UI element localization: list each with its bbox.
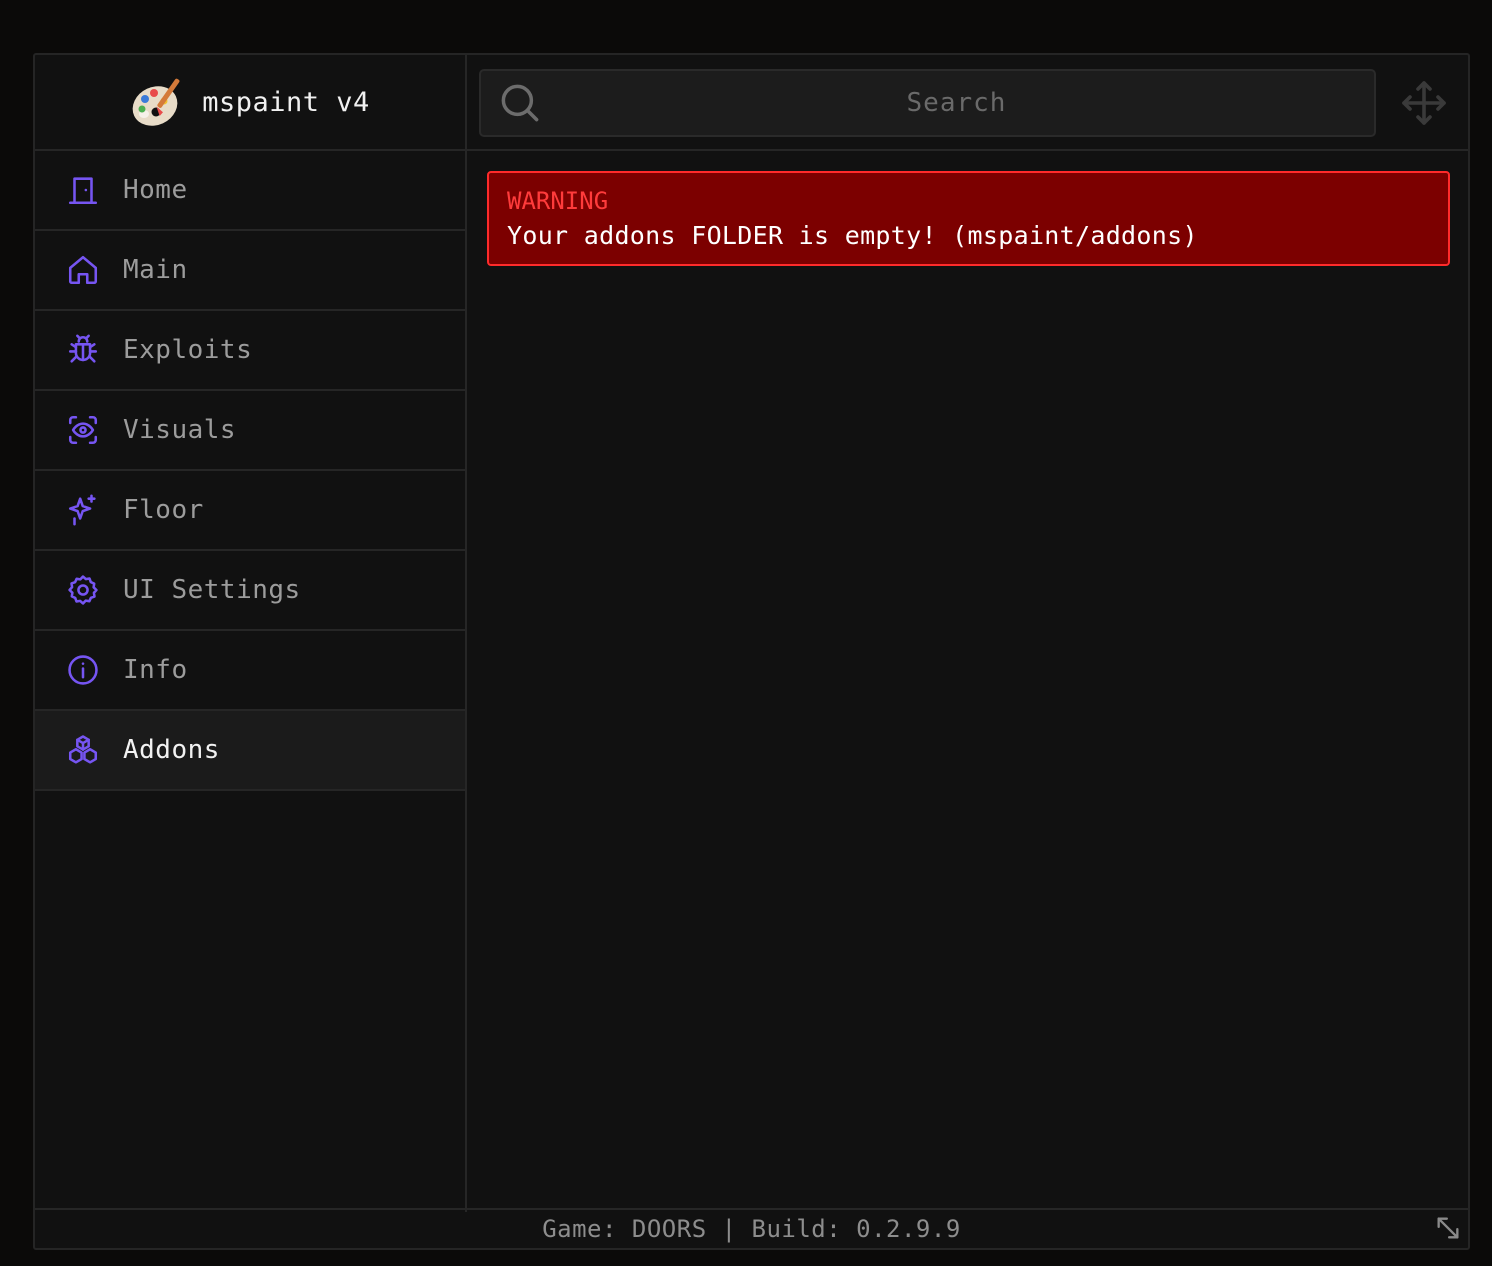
resize-icon[interactable] — [1434, 1214, 1462, 1242]
app-title: mspaint v4 — [202, 86, 370, 118]
gear-icon — [65, 572, 101, 608]
sidebar-item-label: Home — [123, 175, 188, 205]
sidebar-item-home[interactable]: Home — [35, 151, 465, 231]
warning-message: Your addons FOLDER is empty! (mspaint/ad… — [507, 221, 1198, 250]
search-box[interactable] — [479, 69, 1376, 137]
eye-scan-icon — [65, 412, 101, 448]
sidebar-item-label: Addons — [123, 735, 220, 765]
sidebar-item-label: Main — [123, 255, 188, 285]
search-input[interactable] — [481, 70, 1374, 136]
sidebar-item-label: UI Settings — [123, 575, 301, 605]
status-footer: Game: DOORS | Build: 0.2.9.9 — [35, 1208, 1468, 1248]
sidebar: mspaint v4 Home Main Exploits Visuals Fl… — [35, 55, 467, 1212]
search-icon — [501, 84, 539, 122]
sidebar-item-visuals[interactable]: Visuals — [35, 391, 465, 471]
top-bar — [467, 55, 1468, 151]
warning-title: WARNING — [507, 187, 609, 215]
warning-banner: WARNING Your addons FOLDER is empty! (ms… — [487, 171, 1450, 266]
sidebar-item-main[interactable]: Main — [35, 231, 465, 311]
sidebar-item-floor[interactable]: Floor — [35, 471, 465, 551]
sidebar-item-label: Floor — [123, 495, 204, 525]
sidebar-item-ui-settings[interactable]: UI Settings — [35, 551, 465, 631]
house-icon — [65, 252, 101, 288]
main-window: mspaint v4 Home Main Exploits Visuals Fl… — [33, 53, 1470, 1250]
sidebar-item-label: Info — [123, 655, 188, 685]
build-info: Game: DOORS | Build: 0.2.9.9 — [542, 1215, 961, 1243]
brand-header: mspaint v4 — [35, 55, 465, 151]
info-icon — [65, 652, 101, 688]
sidebar-item-info[interactable]: Info — [35, 631, 465, 711]
addons-content: WARNING Your addons FOLDER is empty! (ms… — [467, 151, 1468, 1212]
sidebar-item-exploits[interactable]: Exploits — [35, 311, 465, 391]
boxes-icon — [65, 732, 101, 768]
sparkles-icon — [65, 492, 101, 528]
palette-icon — [132, 78, 180, 126]
sidebar-item-label: Exploits — [123, 335, 253, 365]
bug-icon — [65, 332, 101, 368]
sidebar-item-label: Visuals — [123, 415, 237, 445]
sidebar-item-addons[interactable]: Addons — [35, 711, 465, 791]
door-icon — [65, 172, 101, 208]
move-icon[interactable] — [1400, 79, 1448, 127]
